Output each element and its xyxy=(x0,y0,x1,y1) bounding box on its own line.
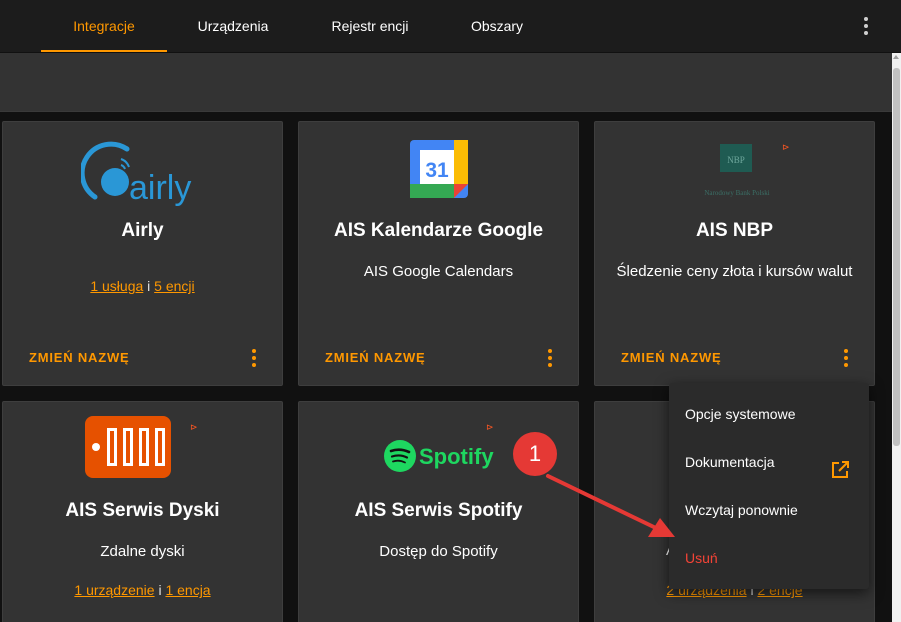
card-description: Zdalne dyski xyxy=(100,543,185,560)
card-title: AIS Serwis Spotify xyxy=(354,500,523,521)
scroll-up-arrow-icon[interactable] xyxy=(893,55,899,59)
menu-item-documentation[interactable]: Dokumentacja xyxy=(669,438,869,486)
integration-card-disks: ⊳ AIS Serwis Dyski Zdalne dyski 1 urządz… xyxy=(2,401,283,622)
more-vert-icon[interactable] xyxy=(854,14,878,38)
card-overflow-menu-icon[interactable] xyxy=(836,348,856,368)
custom-integration-icon: ⊳ xyxy=(782,142,790,152)
card-title: AIS Serwis Dyski xyxy=(65,500,220,521)
integration-card-google-calendar: 31 AIS Kalendarze Google AIS Google Cale… xyxy=(298,121,579,386)
scrollbar-thumb[interactable] xyxy=(893,68,900,446)
card-description: AIS Google Calendars xyxy=(363,263,514,280)
nbp-logo-text: NBP xyxy=(727,155,745,165)
links-separator: i xyxy=(143,278,155,294)
tab-devices[interactable]: Urządzenia xyxy=(181,0,285,52)
menu-item-delete[interactable]: Usuń xyxy=(669,534,869,582)
menu-item-label: Dokumentacja xyxy=(685,454,775,470)
toolbar-area xyxy=(0,53,892,112)
tab-integrations[interactable]: Integracje xyxy=(41,0,167,52)
airly-logo-text: airly xyxy=(129,169,191,207)
menu-item-system-options[interactable]: Opcje systemowe xyxy=(669,390,869,438)
rename-button[interactable]: ZMIEŃ NAZWĘ xyxy=(325,350,426,365)
entities-link[interactable]: 5 encji xyxy=(154,278,194,294)
card-title: AIS Kalendarze Google xyxy=(333,220,544,241)
airly-logo: airly xyxy=(79,137,207,207)
card-overflow-menu: Opcje systemowe Dokumentacja Wczytaj pon… xyxy=(669,383,869,589)
links-separator: i xyxy=(154,582,166,598)
card-title: Airly xyxy=(121,220,164,241)
tab-areas[interactable]: Obszary xyxy=(452,0,542,52)
rename-button[interactable]: ZMIEŃ NAZWĘ xyxy=(621,350,722,365)
custom-integration-icon: ⊳ xyxy=(190,422,198,432)
disks-logo xyxy=(85,416,171,478)
card-links: 1 usługa i 5 encji xyxy=(3,278,282,294)
integration-card-nbp: NBP Narodowy Bank Polski ⊳ AIS NBP Śledz… xyxy=(594,121,875,386)
entities-link[interactable]: 1 encja xyxy=(165,582,210,598)
annotation-badge: 1 xyxy=(513,432,557,476)
services-link[interactable]: 1 usługa xyxy=(90,278,143,294)
card-description: Śledzenie ceny złota i kursów walut xyxy=(616,263,853,280)
google-calendar-logo: 31 xyxy=(410,140,468,198)
spotify-logo-text: Spotify xyxy=(419,444,494,469)
rename-button[interactable]: ZMIEŃ NAZWĘ xyxy=(29,350,130,365)
card-overflow-menu-icon[interactable] xyxy=(540,348,560,368)
card-description: Dostęp do Spotify xyxy=(379,543,498,560)
top-navigation-bar: Integracje Urządzenia Rejestr encji Obsz… xyxy=(0,0,901,52)
integration-card-airly: airly Airly 1 usługa i 5 encji ZMIEŃ NAZ… xyxy=(2,121,283,386)
spotify-logo: Spotify xyxy=(383,438,495,474)
calendar-day-text: 31 xyxy=(425,159,449,182)
nbp-logo: NBP Narodowy Bank Polski xyxy=(687,138,787,200)
tab-entity-registry[interactable]: Rejestr encji xyxy=(312,0,428,52)
nbp-logo-subtext: Narodowy Bank Polski xyxy=(704,189,769,197)
devices-link[interactable]: 1 urządzenie xyxy=(74,582,154,598)
custom-integration-icon: ⊳ xyxy=(486,422,494,432)
card-title: AIS NBP xyxy=(695,220,774,241)
vertical-scrollbar[interactable] xyxy=(892,53,901,622)
card-overflow-menu-icon[interactable] xyxy=(244,348,264,368)
menu-item-reload[interactable]: Wczytaj ponownie xyxy=(669,486,869,534)
card-links: 1 urządzenie i 1 encja xyxy=(3,582,282,598)
